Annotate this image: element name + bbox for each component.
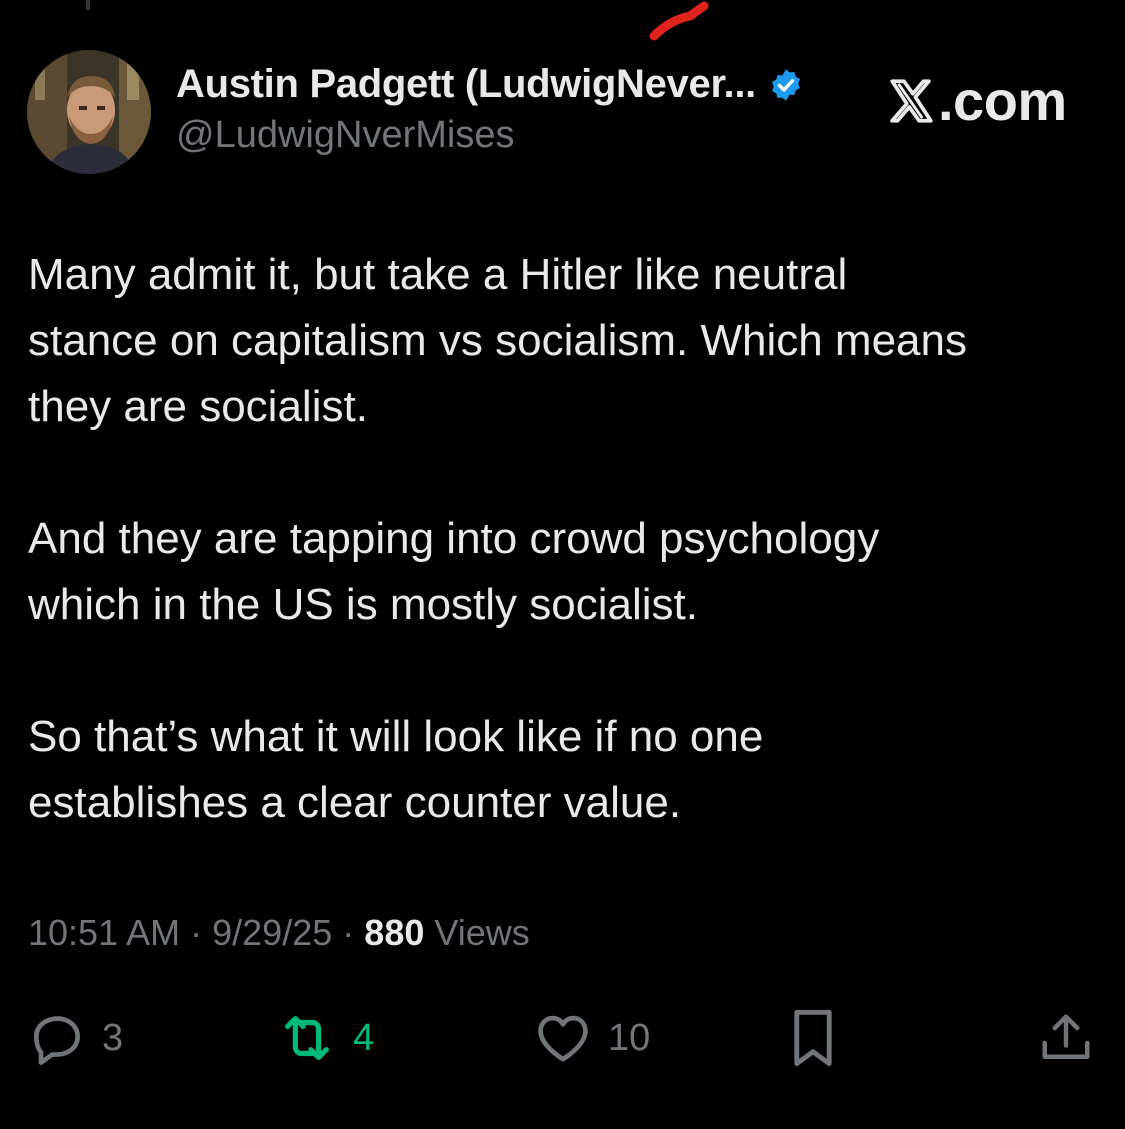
reply-icon: [34, 1016, 80, 1065]
reply-count: 3: [102, 1016, 124, 1059]
tweet-paragraph: And they are tapping into crowd psycholo…: [28, 514, 880, 629]
tweet-action-bar: 3 4 10: [0, 1000, 1125, 1076]
meta-separator: ·: [190, 912, 203, 953]
tweet-paragraph: So that’s what it will look like if no o…: [28, 712, 764, 827]
meta-separator: ·: [342, 912, 355, 953]
tweet-text: Many admit it, but take a Hitler like ne…: [28, 242, 1108, 836]
share-icon: [1042, 1014, 1090, 1059]
author-name-row[interactable]: Austin Padgett (LudwigNever...: [176, 62, 804, 107]
thread-connector-line: [86, 0, 90, 10]
reply-button[interactable]: 3: [26, 1000, 123, 1076]
views-count: 880: [364, 912, 425, 953]
avatar-photo-icon: [27, 50, 151, 174]
tweet-paragraph: Many admit it, but take a Hitler like ne…: [28, 250, 967, 431]
heart-icon: [538, 1015, 588, 1062]
retweet-button[interactable]: 4: [275, 1000, 374, 1076]
brand-domain-text: .com: [938, 69, 1067, 132]
bookmark-button[interactable]: [786, 1000, 840, 1076]
like-button[interactable]: 10: [532, 1000, 650, 1076]
x-com-watermark: .com: [886, 68, 1067, 133]
author-display-name[interactable]: Austin Padgett (LudwigNever...: [176, 62, 756, 107]
red-annotation-mark: [649, 1, 709, 41]
like-count: 10: [608, 1016, 651, 1059]
tweet-time[interactable]: 10:51 AM: [28, 912, 180, 953]
x-logo-icon: [890, 78, 933, 123]
tweet-metadata: 10:51 AM · 9/29/25 · 880 Views: [28, 912, 530, 954]
bookmark-icon: [794, 1009, 832, 1067]
views-label: Views: [434, 912, 530, 953]
retweet-count: 4: [353, 1016, 375, 1059]
avatar[interactable]: [27, 50, 151, 174]
author-handle[interactable]: @LudwigNverMises: [176, 114, 514, 157]
verified-badge-icon: [772, 68, 800, 101]
share-button[interactable]: [1036, 1000, 1096, 1076]
retweet-icon: [285, 1016, 329, 1060]
tweet-date[interactable]: 9/29/25: [212, 912, 332, 953]
